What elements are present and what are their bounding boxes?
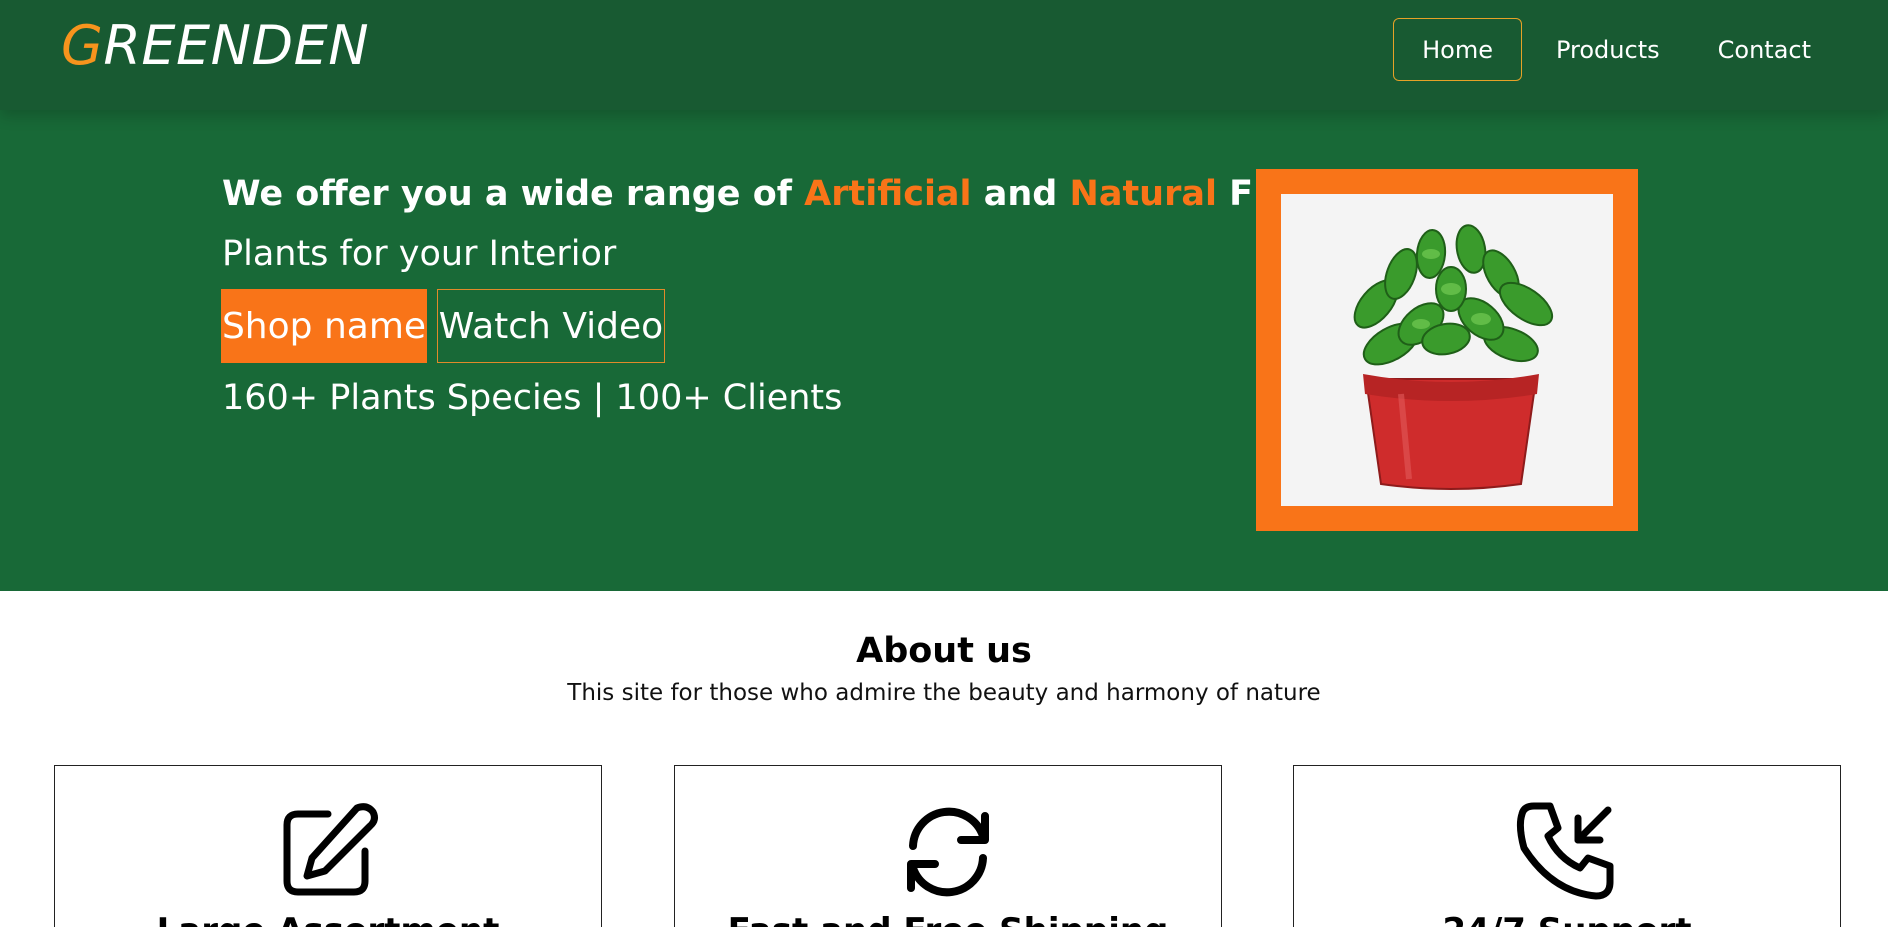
phone-incoming-icon xyxy=(1516,802,1614,900)
plant-image xyxy=(1281,194,1613,506)
watch-video-button[interactable]: Watch Video xyxy=(437,289,665,363)
feature-title: 24/7 Support xyxy=(1294,911,1840,927)
shop-button[interactable]: Shop name xyxy=(221,289,427,363)
navbar: GREENDEN Home Products Contact xyxy=(0,0,1888,110)
hero-headline: We offer you a wide range of Artificial … xyxy=(222,174,1383,214)
refresh-icon xyxy=(907,807,989,897)
feature-title: Fast and Free Shipping xyxy=(675,911,1221,927)
about-title: About us xyxy=(856,631,1032,671)
feature-card-shipping: Fast and Free Shipping xyxy=(674,765,1222,927)
feature-title: Large Assortment xyxy=(55,911,601,927)
headline-part-1: We offer you a wide range of xyxy=(222,174,792,214)
headline-highlight-natural: Natural xyxy=(1069,174,1217,214)
logo-initial: G xyxy=(61,14,104,77)
logo[interactable]: GREENDEN xyxy=(61,14,369,78)
hero-stats: 160+ Plants Species | 100+ Clients xyxy=(222,378,843,418)
about-subtitle: This site for those who admire the beaut… xyxy=(567,680,1321,706)
hero-image-frame xyxy=(1256,169,1638,531)
feature-card-assortment: Large Assortment xyxy=(54,765,602,927)
hero-section: We offer you a wide range of Artificial … xyxy=(0,110,1888,591)
headline-highlight-artificial: Artificial xyxy=(804,174,972,214)
feature-card-support: 24/7 Support xyxy=(1293,765,1841,927)
headline-part-2: and xyxy=(983,174,1058,214)
logo-text: REENDEN xyxy=(103,14,370,77)
nav-home[interactable]: Home xyxy=(1393,18,1522,81)
nav-contact[interactable]: Contact xyxy=(1689,18,1840,81)
edit-icon xyxy=(283,803,378,896)
nav-products[interactable]: Products xyxy=(1527,18,1689,81)
nav-links: Home Products Contact xyxy=(1393,18,1840,81)
hero-subheading: Plants for your Interior xyxy=(222,234,617,274)
potted-plant-illustration xyxy=(1353,224,1554,490)
